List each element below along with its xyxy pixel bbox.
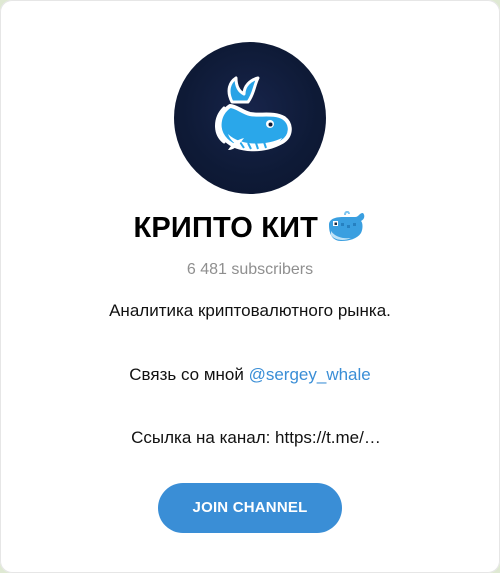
channel-card: КРИПТО КИТ 6 481 subscribers Аналитика к… [0, 0, 500, 573]
contact-line: Связь со мной @sergey_whale [0, 365, 500, 385]
channel-avatar [174, 42, 326, 194]
subscriber-count: 6 481 subscribers [186, 261, 314, 278]
whale-logo-icon [215, 76, 292, 152]
channel-title-row: КРИПТО КИТ [0, 210, 500, 256]
contact-prefix: Связь со мной [129, 365, 249, 384]
channel-description: Аналитика криптовалютного рынка. [109, 301, 391, 320]
whale-emoji-icon [325, 210, 367, 243]
channel-title: КРИПТО КИТ [133, 212, 319, 244]
channel-link-line[interactable]: Ссылка на канал: https://t.me/… [6, 428, 500, 448]
join-channel-button[interactable]: JOIN CHANNEL [158, 483, 342, 533]
contact-handle-link[interactable]: @sergey_whale [249, 365, 371, 384]
